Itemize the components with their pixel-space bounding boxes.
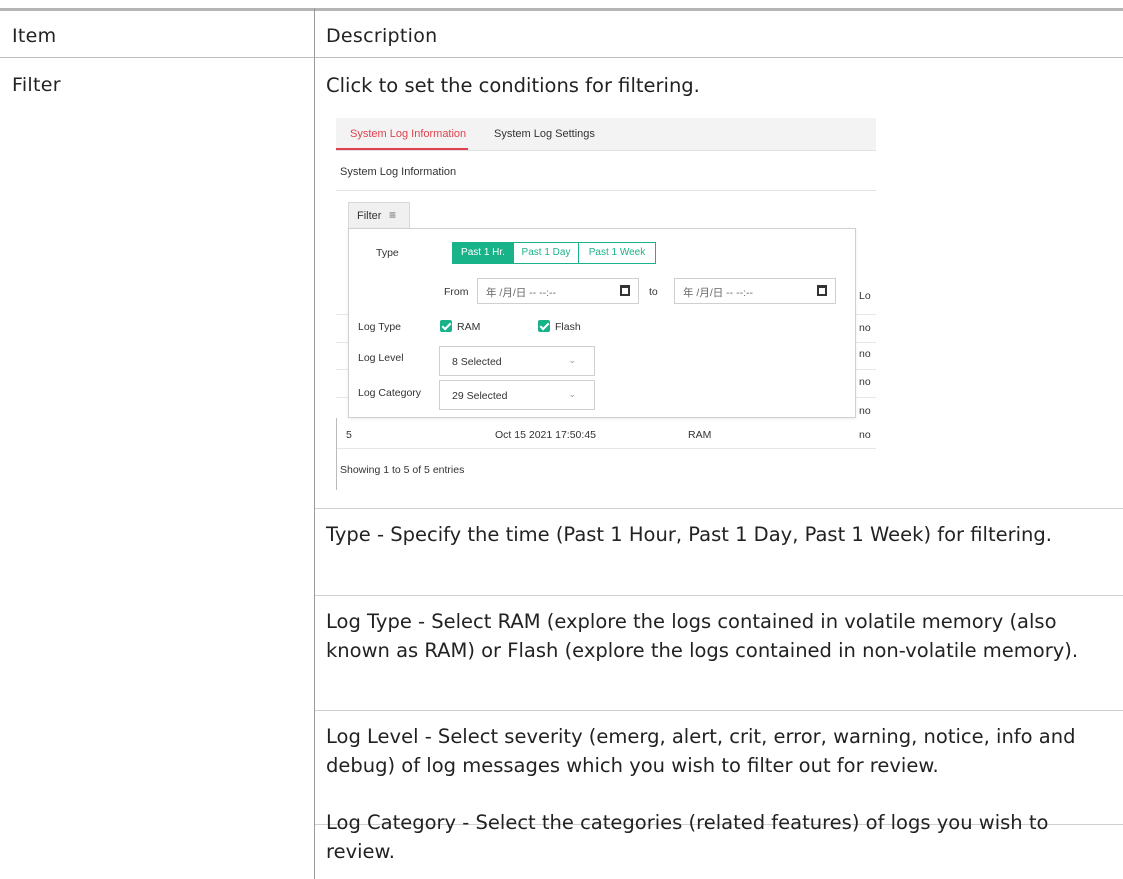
to-datetime-value: 年 /月/日 -- --:-- bbox=[683, 287, 753, 299]
filter-button-label: Filter bbox=[357, 210, 382, 222]
table-top-rule bbox=[0, 8, 1123, 11]
table-header-rule bbox=[0, 57, 1123, 58]
to-datetime-input[interactable]: 年 /月/日 -- --:-- bbox=[674, 278, 836, 304]
log-level-select[interactable]: 8 Selected ⌄ bbox=[439, 346, 595, 376]
bg-cell: no bbox=[859, 348, 871, 360]
bg-cell: no bbox=[859, 405, 871, 417]
log-type-label: Log Type bbox=[358, 321, 402, 333]
checkbox-ram[interactable] bbox=[440, 320, 452, 332]
from-datetime-value: 年 /月/日 -- --:-- bbox=[486, 287, 556, 299]
table-column-divider bbox=[314, 8, 315, 879]
bg-cell: no bbox=[859, 376, 871, 388]
paragraph-separator bbox=[315, 595, 1123, 596]
paragraph-log-category: Log Category - Select the categories (re… bbox=[326, 811, 1049, 863]
screenshot-edge bbox=[336, 418, 337, 490]
panel-title: System Log Information bbox=[340, 166, 457, 178]
tab-system-log-settings[interactable]: System Log Settings bbox=[494, 128, 595, 140]
row-type: RAM bbox=[688, 429, 712, 441]
checkbox-flash-label: Flash bbox=[555, 321, 581, 333]
row-extra: no bbox=[859, 429, 871, 441]
checkbox-flash[interactable] bbox=[538, 320, 550, 332]
panel-divider bbox=[336, 190, 876, 191]
log-level-value: 8 Selected bbox=[452, 356, 502, 368]
tab-system-log-information[interactable]: System Log Information bbox=[350, 128, 466, 140]
paragraph-separator bbox=[315, 710, 1123, 711]
paragraph-type: Type - Specify the time (Past 1 Hour, Pa… bbox=[326, 523, 1052, 546]
header-item: Item bbox=[12, 25, 57, 47]
type-label: Type bbox=[376, 247, 399, 259]
checkbox-ram-label: RAM bbox=[457, 321, 481, 333]
header-description: Description bbox=[326, 25, 438, 47]
log-level-label: Log Level bbox=[358, 352, 404, 364]
calendar-icon[interactable] bbox=[620, 285, 630, 296]
bg-column-header: Lo bbox=[859, 290, 871, 302]
from-datetime-input[interactable]: 年 /月/日 -- --:-- bbox=[477, 278, 639, 304]
bg-row-line bbox=[336, 448, 876, 449]
row-intro: Click to set the conditions for filterin… bbox=[326, 74, 700, 97]
paragraph-log-type: Log Type - Select RAM (explore the logs … bbox=[326, 610, 1079, 662]
type-option-past-1-day[interactable]: Past 1 Day bbox=[513, 242, 579, 264]
row-item-filter: Filter bbox=[12, 74, 61, 96]
chevron-down-icon: ⌄ bbox=[568, 389, 576, 399]
active-tab-indicator bbox=[336, 148, 468, 150]
calendar-icon[interactable] bbox=[817, 285, 827, 296]
from-label: From bbox=[444, 286, 469, 298]
chevron-down-icon: ⌄ bbox=[568, 355, 576, 365]
sliders-icon: ≡ bbox=[389, 208, 397, 222]
filter-button[interactable]: Filter ≡ bbox=[348, 202, 410, 228]
row-index: 5 bbox=[346, 429, 352, 441]
bg-cell: no bbox=[859, 322, 871, 334]
entries-footer: Showing 1 to 5 of 5 entries bbox=[340, 464, 465, 476]
log-category-select[interactable]: 29 Selected ⌄ bbox=[439, 380, 595, 410]
row-time: Oct 15 2021 17:50:45 bbox=[495, 429, 596, 441]
log-category-label: Log Category bbox=[358, 387, 422, 399]
to-label: to bbox=[649, 286, 658, 298]
type-option-past-1-hr[interactable]: Past 1 Hr. bbox=[452, 242, 514, 264]
log-category-value: 29 Selected bbox=[452, 390, 508, 402]
paragraph-separator bbox=[315, 508, 1123, 509]
paragraph-log-level: Log Level - Select severity (emerg, aler… bbox=[326, 725, 1076, 777]
type-option-past-1-week[interactable]: Past 1 Week bbox=[578, 242, 656, 264]
embedded-screenshot: System Log Information System Log Settin… bbox=[336, 118, 876, 490]
